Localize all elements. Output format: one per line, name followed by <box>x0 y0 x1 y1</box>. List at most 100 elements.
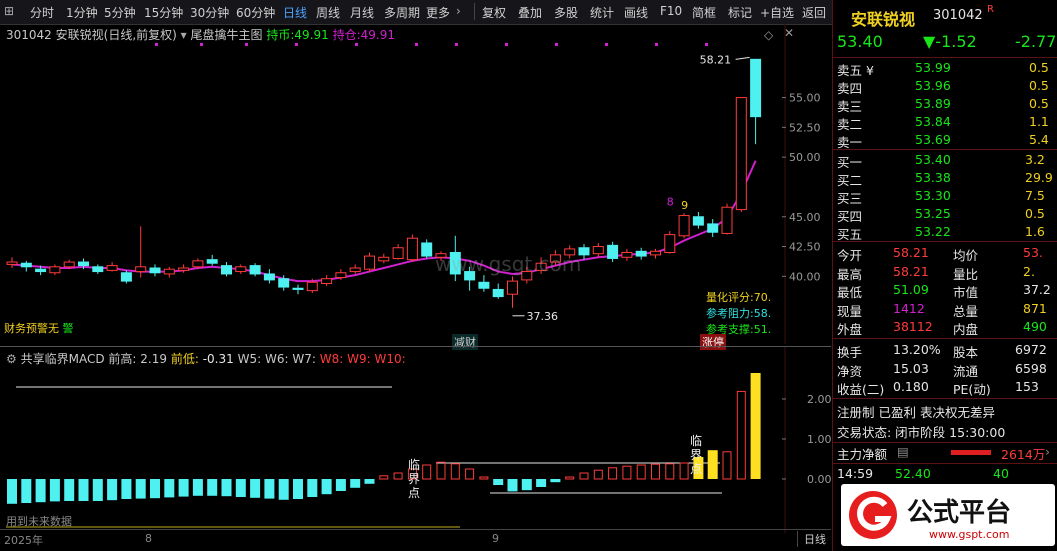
expand-icon[interactable]: ⊞ <box>4 4 14 18</box>
future-data-note: 用到未来数据 <box>6 515 72 528</box>
macd-bar <box>550 479 561 483</box>
period-fenshi[interactable]: 分时 <box>30 4 54 21</box>
macd-bar <box>264 479 275 499</box>
high-price-label: 58.21 <box>700 53 732 66</box>
stat-label: 现量 <box>837 303 863 319</box>
candle-body <box>392 247 404 259</box>
candle-body <box>321 278 333 284</box>
macd-bar <box>307 479 318 497</box>
macd-bar <box>178 479 189 497</box>
candle-body <box>163 268 175 275</box>
macd-bar <box>221 479 232 497</box>
period-weekly[interactable]: 周线 <box>316 4 340 21</box>
list-icon[interactable]: ▤ <box>897 444 909 459</box>
candle-body <box>192 260 204 268</box>
tool-draw[interactable]: 画线 <box>624 4 648 21</box>
watermark: www.gsgt.com <box>435 252 582 276</box>
macd-bar <box>335 479 346 491</box>
crit-point-label: 点 <box>408 486 420 500</box>
tool-add-watchlist[interactable]: +自选 <box>760 4 794 21</box>
period-multi[interactable]: 多周期 <box>384 4 420 21</box>
candle-body <box>106 265 118 271</box>
period-monthly[interactable]: 月线 <box>350 4 374 21</box>
candle-body <box>206 259 218 264</box>
net-row[interactable]: 主力净额 ▤ 2614万 › <box>833 444 1057 462</box>
candle-body <box>249 265 261 275</box>
quote-code: 301042 <box>933 8 983 23</box>
tool-fuquan[interactable]: 复权 <box>482 4 506 21</box>
stat-value: 153 <box>1015 379 1039 394</box>
ask-price: 53.84 <box>915 114 951 129</box>
candle-body <box>678 215 690 237</box>
quote-badge: R <box>987 4 994 15</box>
tool-simple-frame[interactable]: 简框 <box>692 4 716 21</box>
metric-label: 参考阻力: <box>706 307 754 320</box>
candle-body <box>421 242 433 257</box>
period-daily[interactable]: 日线 <box>283 4 307 21</box>
tick-row: 14:59 52.40 40 <box>833 466 1057 483</box>
tool-stats[interactable]: 统计 <box>590 4 614 21</box>
bid-vol: 7.5 <box>1025 188 1045 203</box>
stat-value: 37.2 <box>1023 282 1051 297</box>
candle-body <box>263 273 275 281</box>
quote-price-row: 53.40 ▼-1.52 -2.77 <box>833 32 1057 54</box>
macd-bar <box>679 462 689 480</box>
period-1min[interactable]: 1分钟 <box>66 4 98 21</box>
axis-mode-button[interactable]: 日线 <box>797 531 826 547</box>
period-30min[interactable]: 30分钟 <box>190 4 229 21</box>
ask-vol: 0.5 <box>1029 96 1049 111</box>
main-kline-panel[interactable]: 301042 安联锐视(日线,前复权) ▾ 尾盘擒牛主图 持币:49.91 持仓… <box>0 24 831 350</box>
bid-row: 买一 53.40 3.2 <box>833 152 1057 170</box>
period-60min[interactable]: 60分钟 <box>236 4 275 21</box>
tool-mark[interactable]: 标记 <box>728 4 752 21</box>
macd-bar <box>521 479 532 491</box>
crit-point-label: 临 <box>408 458 420 472</box>
ask-label: 卖二 <box>837 117 863 132</box>
macd-bar <box>636 464 646 480</box>
period-15min[interactable]: 15分钟 <box>144 4 183 21</box>
ask-row: 卖二 53.84 1.1 <box>833 114 1057 132</box>
macd-panel[interactable]: ⚙ 共享临界MACD 前高: 2.19 前低: -0.31 W5: W6: W7… <box>0 346 831 533</box>
tool-back[interactable]: 返回 <box>802 4 826 21</box>
tool-overlay[interactable]: 叠加 <box>518 4 542 21</box>
candle-body <box>607 244 619 259</box>
macd-bar <box>364 479 375 484</box>
signal-dot <box>200 43 203 46</box>
period-5min[interactable]: 5分钟 <box>104 4 136 21</box>
bid-price: 53.25 <box>915 206 951 221</box>
divider <box>833 463 1057 464</box>
more-chevron-icon[interactable]: › <box>456 4 461 18</box>
quote-change-pct: -2.77 <box>1015 32 1057 51</box>
tool-multistock[interactable]: 多股 <box>554 4 578 21</box>
stat-label: 内盘 <box>953 322 979 337</box>
candle-body <box>692 216 704 226</box>
price-tick-label: 45.00 <box>789 211 821 224</box>
net-more-icon[interactable]: › <box>1045 444 1050 459</box>
crit-point-label: 界 <box>408 472 420 486</box>
stat-label: 总量 <box>953 303 979 319</box>
warn-text: 财务预警无 <box>4 322 59 335</box>
candle-body <box>235 266 247 273</box>
signal-dot <box>245 43 248 46</box>
ask-price: 53.96 <box>915 78 951 93</box>
macd-bar <box>235 479 246 497</box>
tick-time: 14:59 <box>837 466 874 481</box>
bid-price: 53.22 <box>915 224 951 239</box>
signal-dot <box>705 43 708 46</box>
bid-label: 买二 <box>837 173 863 188</box>
stat-row: 净资 15.03 流通 6598 <box>833 361 1057 379</box>
finance-warning: 财务预警无 警 <box>4 320 74 336</box>
period-more[interactable]: 更多 <box>426 4 450 21</box>
axis-month-9: 9 <box>492 532 499 545</box>
macd-chart[interactable]: 2.001.000.00临界点临界点 <box>0 347 831 533</box>
tool-f10[interactable]: F10 <box>660 4 682 18</box>
ask-row: 卖五 ¥ 53.99 0.5 <box>833 60 1057 78</box>
candle-body <box>278 278 290 288</box>
macd-bar <box>665 463 675 480</box>
price-tick-label: 52.50 <box>789 121 821 134</box>
candle-body <box>49 266 61 274</box>
macd-bar <box>35 479 46 503</box>
stat-label: 最高 <box>837 266 863 282</box>
bid-label: 买四 <box>837 209 863 224</box>
macd-bar <box>736 390 746 480</box>
